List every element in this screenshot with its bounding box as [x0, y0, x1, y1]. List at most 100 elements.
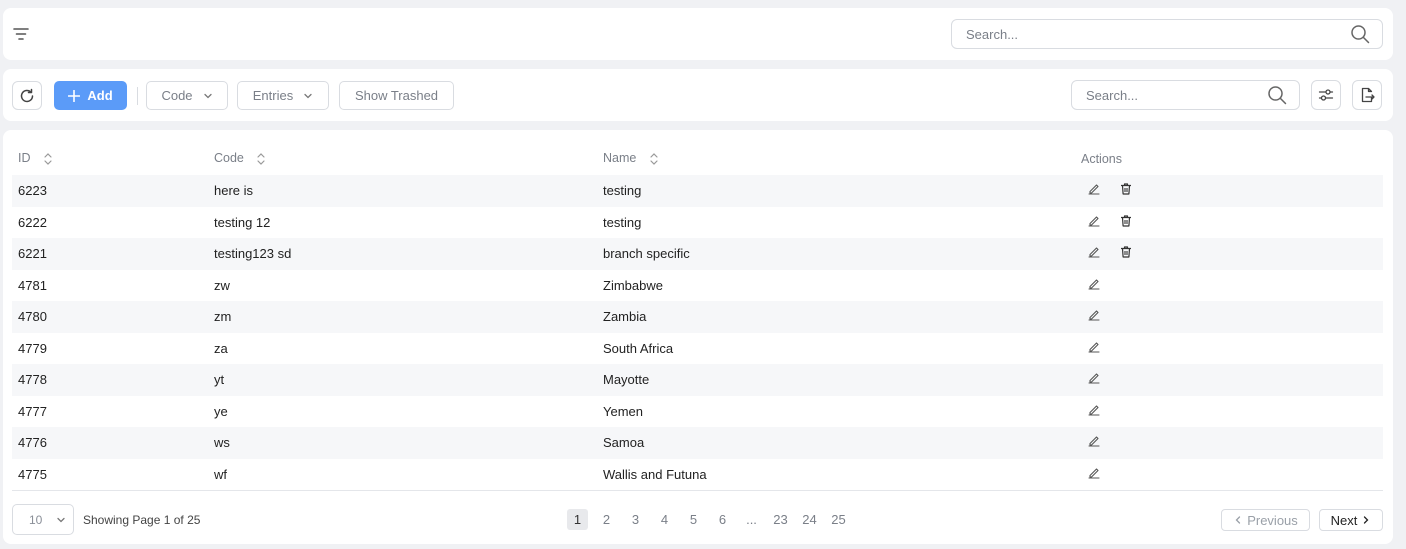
page-number[interactable]: 4	[654, 509, 675, 530]
trash-icon[interactable]	[1119, 214, 1133, 228]
next-label: Next	[1330, 512, 1358, 528]
cell-name: Zimbabwe	[603, 277, 663, 293]
cell-name: testing	[603, 214, 642, 230]
edit-icon[interactable]	[1087, 182, 1101, 196]
next-button[interactable]: Next	[1319, 509, 1383, 531]
cell-actions	[1075, 207, 1383, 239]
toolbar-divider	[137, 87, 138, 105]
edit-icon[interactable]	[1087, 403, 1101, 417]
export-button[interactable]	[1352, 80, 1382, 110]
add-button-label: Add	[87, 88, 113, 103]
column-settings-button[interactable]	[1311, 80, 1341, 110]
chevron-right-icon	[1364, 516, 1369, 524]
add-button[interactable]: Add	[54, 81, 127, 110]
table-row: 4775 wf Wallis and Futuna	[12, 458, 1383, 491]
page-number[interactable]: 24	[799, 509, 820, 530]
cell-name: Yemen	[603, 403, 643, 419]
page-size-value: 10	[29, 512, 43, 527]
cell-code: testing 12	[214, 214, 271, 230]
settings-sliders-icon	[1318, 89, 1334, 101]
cell-name: Samoa	[597, 427, 1075, 459]
cell-code: ws	[208, 427, 597, 459]
cell-id: 6222	[18, 214, 47, 230]
cell-code: here is	[208, 175, 597, 207]
page-ellipsis: ...	[746, 512, 757, 527]
edit-icon[interactable]	[1087, 371, 1101, 385]
cell-name: Mayotte	[597, 364, 1075, 396]
table-row: 6222 testing 12 testing	[12, 207, 1383, 239]
edit-icon[interactable]	[1087, 277, 1101, 291]
cell-code: testing123 sd	[208, 238, 597, 270]
cell-code: ye	[214, 403, 228, 419]
edit-icon[interactable]	[1087, 340, 1101, 354]
cell-actions	[1075, 396, 1383, 428]
trash-icon[interactable]	[1119, 245, 1133, 259]
code-dropdown-label: Code	[161, 88, 193, 103]
table-search[interactable]	[1071, 80, 1300, 110]
cell-actions	[1075, 175, 1383, 207]
cell-id: 4776	[12, 427, 208, 459]
page-number[interactable]: 3	[625, 509, 646, 530]
sort-icon[interactable]	[44, 152, 52, 166]
table-row: 4781 zw Zimbabwe	[12, 270, 1383, 302]
chevron-down-icon	[203, 93, 212, 98]
table-body: 6223 here is testing 6222 testing 12 testing 6…	[12, 175, 1383, 491]
page-number[interactable]: 1	[567, 509, 588, 530]
page-number[interactable]: 25	[828, 509, 849, 530]
cell-actions	[1075, 364, 1383, 396]
trash-icon[interactable]	[1119, 182, 1133, 196]
global-search-input[interactable]	[966, 26, 1382, 42]
cell-id: 4780	[12, 301, 208, 333]
cell-actions	[1075, 301, 1383, 333]
refresh-button[interactable]	[12, 81, 42, 110]
entries-dropdown[interactable]: Entries	[237, 81, 329, 110]
search-icon[interactable]	[1350, 24, 1370, 44]
cell-name: branch specific	[597, 238, 1075, 270]
edit-icon[interactable]	[1087, 466, 1101, 480]
column-header-id[interactable]: ID	[12, 142, 208, 175]
cell-id: 4778	[12, 364, 208, 396]
cell-actions	[1075, 458, 1383, 491]
show-trashed-label: Show Trashed	[354, 88, 439, 103]
cell-actions	[1075, 333, 1383, 365]
page-number[interactable]: 5	[683, 509, 704, 530]
page-number[interactable]: 23	[770, 509, 791, 530]
page-size-select[interactable]: 10	[12, 504, 74, 535]
column-header-actions: Actions	[1081, 151, 1122, 166]
edit-icon[interactable]	[1087, 308, 1101, 322]
global-search[interactable]	[951, 19, 1383, 49]
page-numbers: 1 2 3 4 5 6... 23 24 25	[567, 509, 857, 530]
show-trashed-button[interactable]: Show Trashed	[339, 81, 454, 110]
cell-id: 4775	[12, 458, 208, 491]
filter-icon[interactable]	[13, 26, 29, 42]
page-number[interactable]: 6	[712, 509, 733, 530]
cell-name: Zambia	[597, 301, 1075, 333]
chevron-down-icon	[304, 93, 312, 98]
toolbar: Add Code Entries Show Trashed	[3, 69, 1393, 121]
table-row: 4780 zm Zambia	[12, 301, 1383, 333]
cell-code: za	[214, 340, 228, 356]
table-card: ID Code Name Actions 6223 here is testing 6…	[3, 130, 1393, 544]
entries-dropdown-label: Entries	[252, 88, 294, 103]
edit-icon[interactable]	[1087, 245, 1101, 259]
export-icon	[1361, 87, 1375, 103]
previous-button[interactable]: Previous	[1221, 509, 1310, 531]
sort-icon[interactable]	[257, 152, 265, 166]
edit-icon[interactable]	[1087, 214, 1101, 228]
edit-icon[interactable]	[1087, 434, 1101, 448]
table-header-row: ID Code Name Actions	[12, 142, 1383, 175]
column-header-code[interactable]: Code	[208, 142, 597, 175]
plus-icon	[68, 89, 81, 102]
cell-actions	[1075, 270, 1383, 302]
cell-id: 6221	[12, 238, 208, 270]
table-row: 4778 yt Mayotte	[12, 364, 1383, 396]
page-number[interactable]: 2	[596, 509, 617, 530]
chevron-down-icon	[57, 517, 66, 522]
pagination-info: Showing Page 1 of 25	[83, 513, 201, 527]
code-dropdown[interactable]: Code	[146, 81, 228, 110]
cell-name: South Africa	[603, 340, 674, 356]
search-icon[interactable]	[1267, 85, 1287, 105]
table-row: 4779 za South Africa	[12, 333, 1383, 365]
sort-icon[interactable]	[650, 152, 658, 166]
column-header-name[interactable]: Name	[597, 142, 1075, 175]
